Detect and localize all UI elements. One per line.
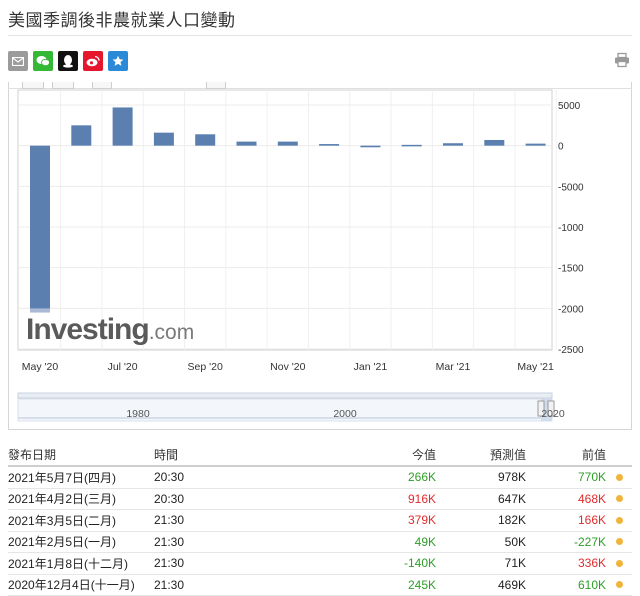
bar <box>237 142 257 146</box>
x-tick-label: Jul '20 <box>108 361 138 373</box>
table-row: 2021年3月5日(二月)21:30379K182K166K <box>8 510 632 532</box>
row-forecast: 71K <box>436 556 526 570</box>
row-actual: 379K <box>304 513 436 527</box>
y-tick-label: -2000 <box>558 304 584 315</box>
header-forecast[interactable]: 預測值 <box>436 446 526 463</box>
row-forecast: 647K <box>436 492 526 506</box>
row-date: 2021年3月5日(二月) <box>8 512 154 529</box>
row-time: 21:30 <box>154 556 304 570</box>
bar <box>113 107 133 145</box>
row-previous: -227K <box>526 535 606 549</box>
navigator-label: 2000 <box>333 408 357 420</box>
y-tick-label: -5000 <box>558 182 584 193</box>
row-time: 20:30 <box>154 470 304 484</box>
bar <box>154 133 174 146</box>
bar <box>278 142 298 146</box>
row-actual: 266K <box>304 470 436 484</box>
importance-dot-icon[interactable] <box>616 495 623 502</box>
row-previous: 468K <box>526 492 606 506</box>
bar <box>484 140 504 146</box>
plot-area <box>18 90 552 350</box>
row-date: 2021年5月7日(四月) <box>8 469 154 486</box>
row-date: 2021年1月8日(十二月) <box>8 555 154 572</box>
bar-chart: 5000 0 -5000 -1000 -1500 -2000 -2500 May '20 Jul… <box>0 0 640 432</box>
x-tick-label: Mar '21 <box>436 361 471 373</box>
row-forecast: 978K <box>436 470 526 484</box>
bar <box>319 144 339 146</box>
table-row: 2020年12月4日(十一月)21:30245K469K610K <box>8 575 632 596</box>
navigator-label: 2020 <box>541 408 565 420</box>
table-header: 發布日期 時間 今值 預測值 前值 <box>8 444 632 467</box>
row-previous: 166K <box>526 513 606 527</box>
release-history-table: 發布日期 時間 今值 預測值 前值 2021年5月7日(四月)20:30266K… <box>8 444 632 596</box>
x-tick-label: May '21 <box>517 361 554 373</box>
y-tick-label: 5000 <box>558 101 581 112</box>
importance-dot-icon[interactable] <box>616 474 623 481</box>
y-tick-label: 0 <box>558 142 564 153</box>
header-time[interactable]: 時間 <box>154 446 304 463</box>
navigator-scrollbar <box>18 393 552 398</box>
bar <box>360 146 380 148</box>
row-actual: -140K <box>304 556 436 570</box>
row-previous: 336K <box>526 556 606 570</box>
row-actual: 916K <box>304 492 436 506</box>
row-forecast: 182K <box>436 513 526 527</box>
importance-dot-icon[interactable] <box>616 581 623 588</box>
y-tick-label: -1000 <box>558 223 584 234</box>
importance-dot-icon[interactable] <box>616 560 623 567</box>
importance-dot-icon[interactable] <box>616 538 623 545</box>
header-actual[interactable]: 今值 <box>304 446 436 463</box>
row-previous: 770K <box>526 470 606 484</box>
x-tick-label: May '20 <box>22 361 59 373</box>
x-tick-label: Jan '21 <box>354 361 388 373</box>
row-forecast: 50K <box>436 535 526 549</box>
row-actual: 49K <box>304 535 436 549</box>
header-date[interactable]: 發布日期 <box>8 446 154 463</box>
header-previous[interactable]: 前值 <box>526 446 606 463</box>
row-time: 21:30 <box>154 535 304 549</box>
table-row: 2021年1月8日(十二月)21:30-140K71K336K <box>8 553 632 575</box>
x-tick-label: Sep '20 <box>188 361 223 373</box>
table-row: 2021年2月5日(一月)21:3049K50K-227K <box>8 532 632 554</box>
bar-cap <box>30 308 50 312</box>
navigator-label: 1980 <box>126 408 150 420</box>
x-tick-label: Nov '20 <box>270 361 305 373</box>
bar <box>71 125 91 145</box>
row-time: 21:30 <box>154 513 304 527</box>
importance-dot-icon[interactable] <box>616 517 623 524</box>
table-row: 2021年5月7日(四月)20:30266K978K770K <box>8 467 632 489</box>
table-row: 2021年4月2日(三月)20:30916K647K468K <box>8 489 632 511</box>
bar <box>30 146 50 313</box>
bar <box>443 143 463 145</box>
row-date: 2021年2月5日(一月) <box>8 533 154 550</box>
row-date: 2021年4月2日(三月) <box>8 490 154 507</box>
bar <box>402 145 422 147</box>
bar <box>195 134 215 145</box>
bar <box>526 144 546 146</box>
row-time: 20:30 <box>154 492 304 506</box>
y-tick-label: -2500 <box>558 345 584 356</box>
row-date: 2020年12月4日(十一月) <box>8 576 154 593</box>
y-tick-label: -1500 <box>558 264 584 275</box>
